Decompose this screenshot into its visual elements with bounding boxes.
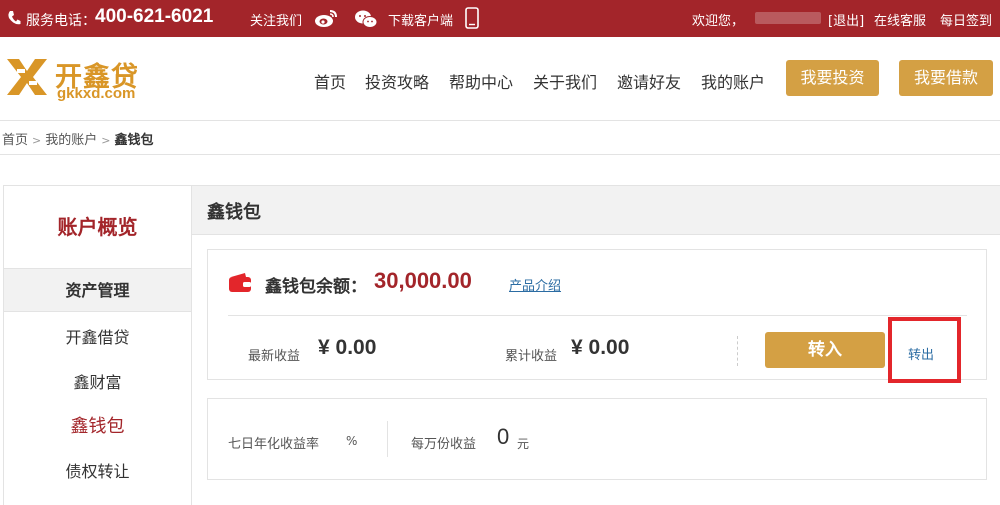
follow-us-label: 关注我们 <box>250 14 303 29</box>
wallet-icon <box>229 273 251 292</box>
welcome-text: 欢迎您， <box>692 14 745 29</box>
phone-label: 服务电话： <box>26 13 96 29</box>
download-app-link[interactable]: 下载客户端 <box>388 10 453 29</box>
sidebar-title[interactable]: 账户概览 <box>4 186 191 268</box>
sidebar: 账户概览 资产管理 开鑫借贷 鑫财富 鑫钱包 债权转让 <box>3 185 192 505</box>
breadcrumb-account[interactable]: 我的账户 <box>45 133 97 148</box>
seven-day-yield-label: 七日年化收益率 <box>228 437 320 452</box>
product-intro-link[interactable]: 产品介绍 <box>509 275 561 294</box>
logo-icon[interactable] <box>5 55 49 99</box>
highlight-box <box>888 317 961 383</box>
breadcrumb-separator: > <box>101 134 111 147</box>
transfer-in-button[interactable]: 转入 <box>765 332 885 368</box>
total-earnings-value: ¥ 0.00 <box>571 336 630 359</box>
nav-home[interactable]: 首页 <box>314 69 346 93</box>
per-ten-thousand-label: 每万份收益 <box>411 437 477 452</box>
phone-number: 400-621-6021 <box>95 6 214 27</box>
sidebar-section-asset-management: 资产管理 <box>4 268 191 312</box>
logo-domain: gkkxd.com <box>57 85 136 102</box>
breadcrumb-separator: > <box>32 134 42 147</box>
balance-value: 30,000.00 <box>374 268 472 293</box>
breadcrumb: 首页 > 我的账户 > 鑫钱包 <box>2 129 153 148</box>
page-title: 鑫钱包 <box>207 202 261 223</box>
top-bar: 服务电话： 400-621-6021 关注我们 下载客户端 欢迎您， [退出] … <box>0 0 1000 37</box>
breadcrumb-divider <box>0 154 1000 155</box>
nav-invite-friends[interactable]: 邀请好友 <box>617 69 681 93</box>
yield-panel: 七日年化收益率 % 每万份收益 0 元 <box>207 398 987 480</box>
per-ten-thousand-value: 0 <box>497 424 510 449</box>
latest-earnings-label: 最新收益 <box>248 349 301 364</box>
invest-button[interactable]: 我要投资 <box>786 60 879 96</box>
balance-label: 鑫钱包余额： <box>265 277 367 297</box>
breadcrumb-current: 鑫钱包 <box>114 133 154 148</box>
per-ten-thousand-unit: 元 <box>517 437 530 451</box>
weibo-icon[interactable] <box>314 9 338 28</box>
sidebar-item-debt-transfer[interactable]: 债权转让 <box>4 458 191 482</box>
wechat-icon[interactable] <box>354 9 378 29</box>
latest-earnings-value: ¥ 0.00 <box>318 336 377 359</box>
seven-day-yield-unit: % <box>346 434 358 448</box>
nav-my-account[interactable]: 我的账户 <box>701 69 765 93</box>
username-redacted <box>755 12 821 24</box>
yield-divider <box>387 421 388 457</box>
sidebar-item-xin-wealth[interactable]: 鑫财富 <box>4 369 191 393</box>
panel-divider <box>228 315 967 316</box>
phone-icon <box>8 11 21 25</box>
sidebar-item-kaixin-loan[interactable]: 开鑫借贷 <box>4 324 191 348</box>
sidebar-item-xin-wallet[interactable]: 鑫钱包 <box>4 412 191 438</box>
breadcrumb-home[interactable]: 首页 <box>2 133 28 148</box>
nav-invest-guide[interactable]: 投资攻略 <box>365 69 429 93</box>
main-header: 鑫钱包 <box>192 185 1000 235</box>
header-divider <box>0 120 1000 121</box>
dashed-divider <box>737 336 738 366</box>
nav-help-center[interactable]: 帮助中心 <box>449 69 513 93</box>
nav-about-us[interactable]: 关于我们 <box>533 69 597 93</box>
mobile-phone-icon[interactable] <box>465 7 479 29</box>
total-earnings-label: 累计收益 <box>505 349 558 364</box>
wallet-balance-panel: 鑫钱包余额： 30,000.00 产品介绍 最新收益 ¥ 0.00 累计收益 ¥… <box>207 249 987 380</box>
borrow-button[interactable]: 我要借款 <box>899 60 993 96</box>
online-service-link[interactable]: 在线客服 <box>874 10 926 29</box>
daily-checkin-link[interactable]: 每日签到 <box>940 10 992 29</box>
logout-link[interactable]: [退出] <box>828 10 864 29</box>
